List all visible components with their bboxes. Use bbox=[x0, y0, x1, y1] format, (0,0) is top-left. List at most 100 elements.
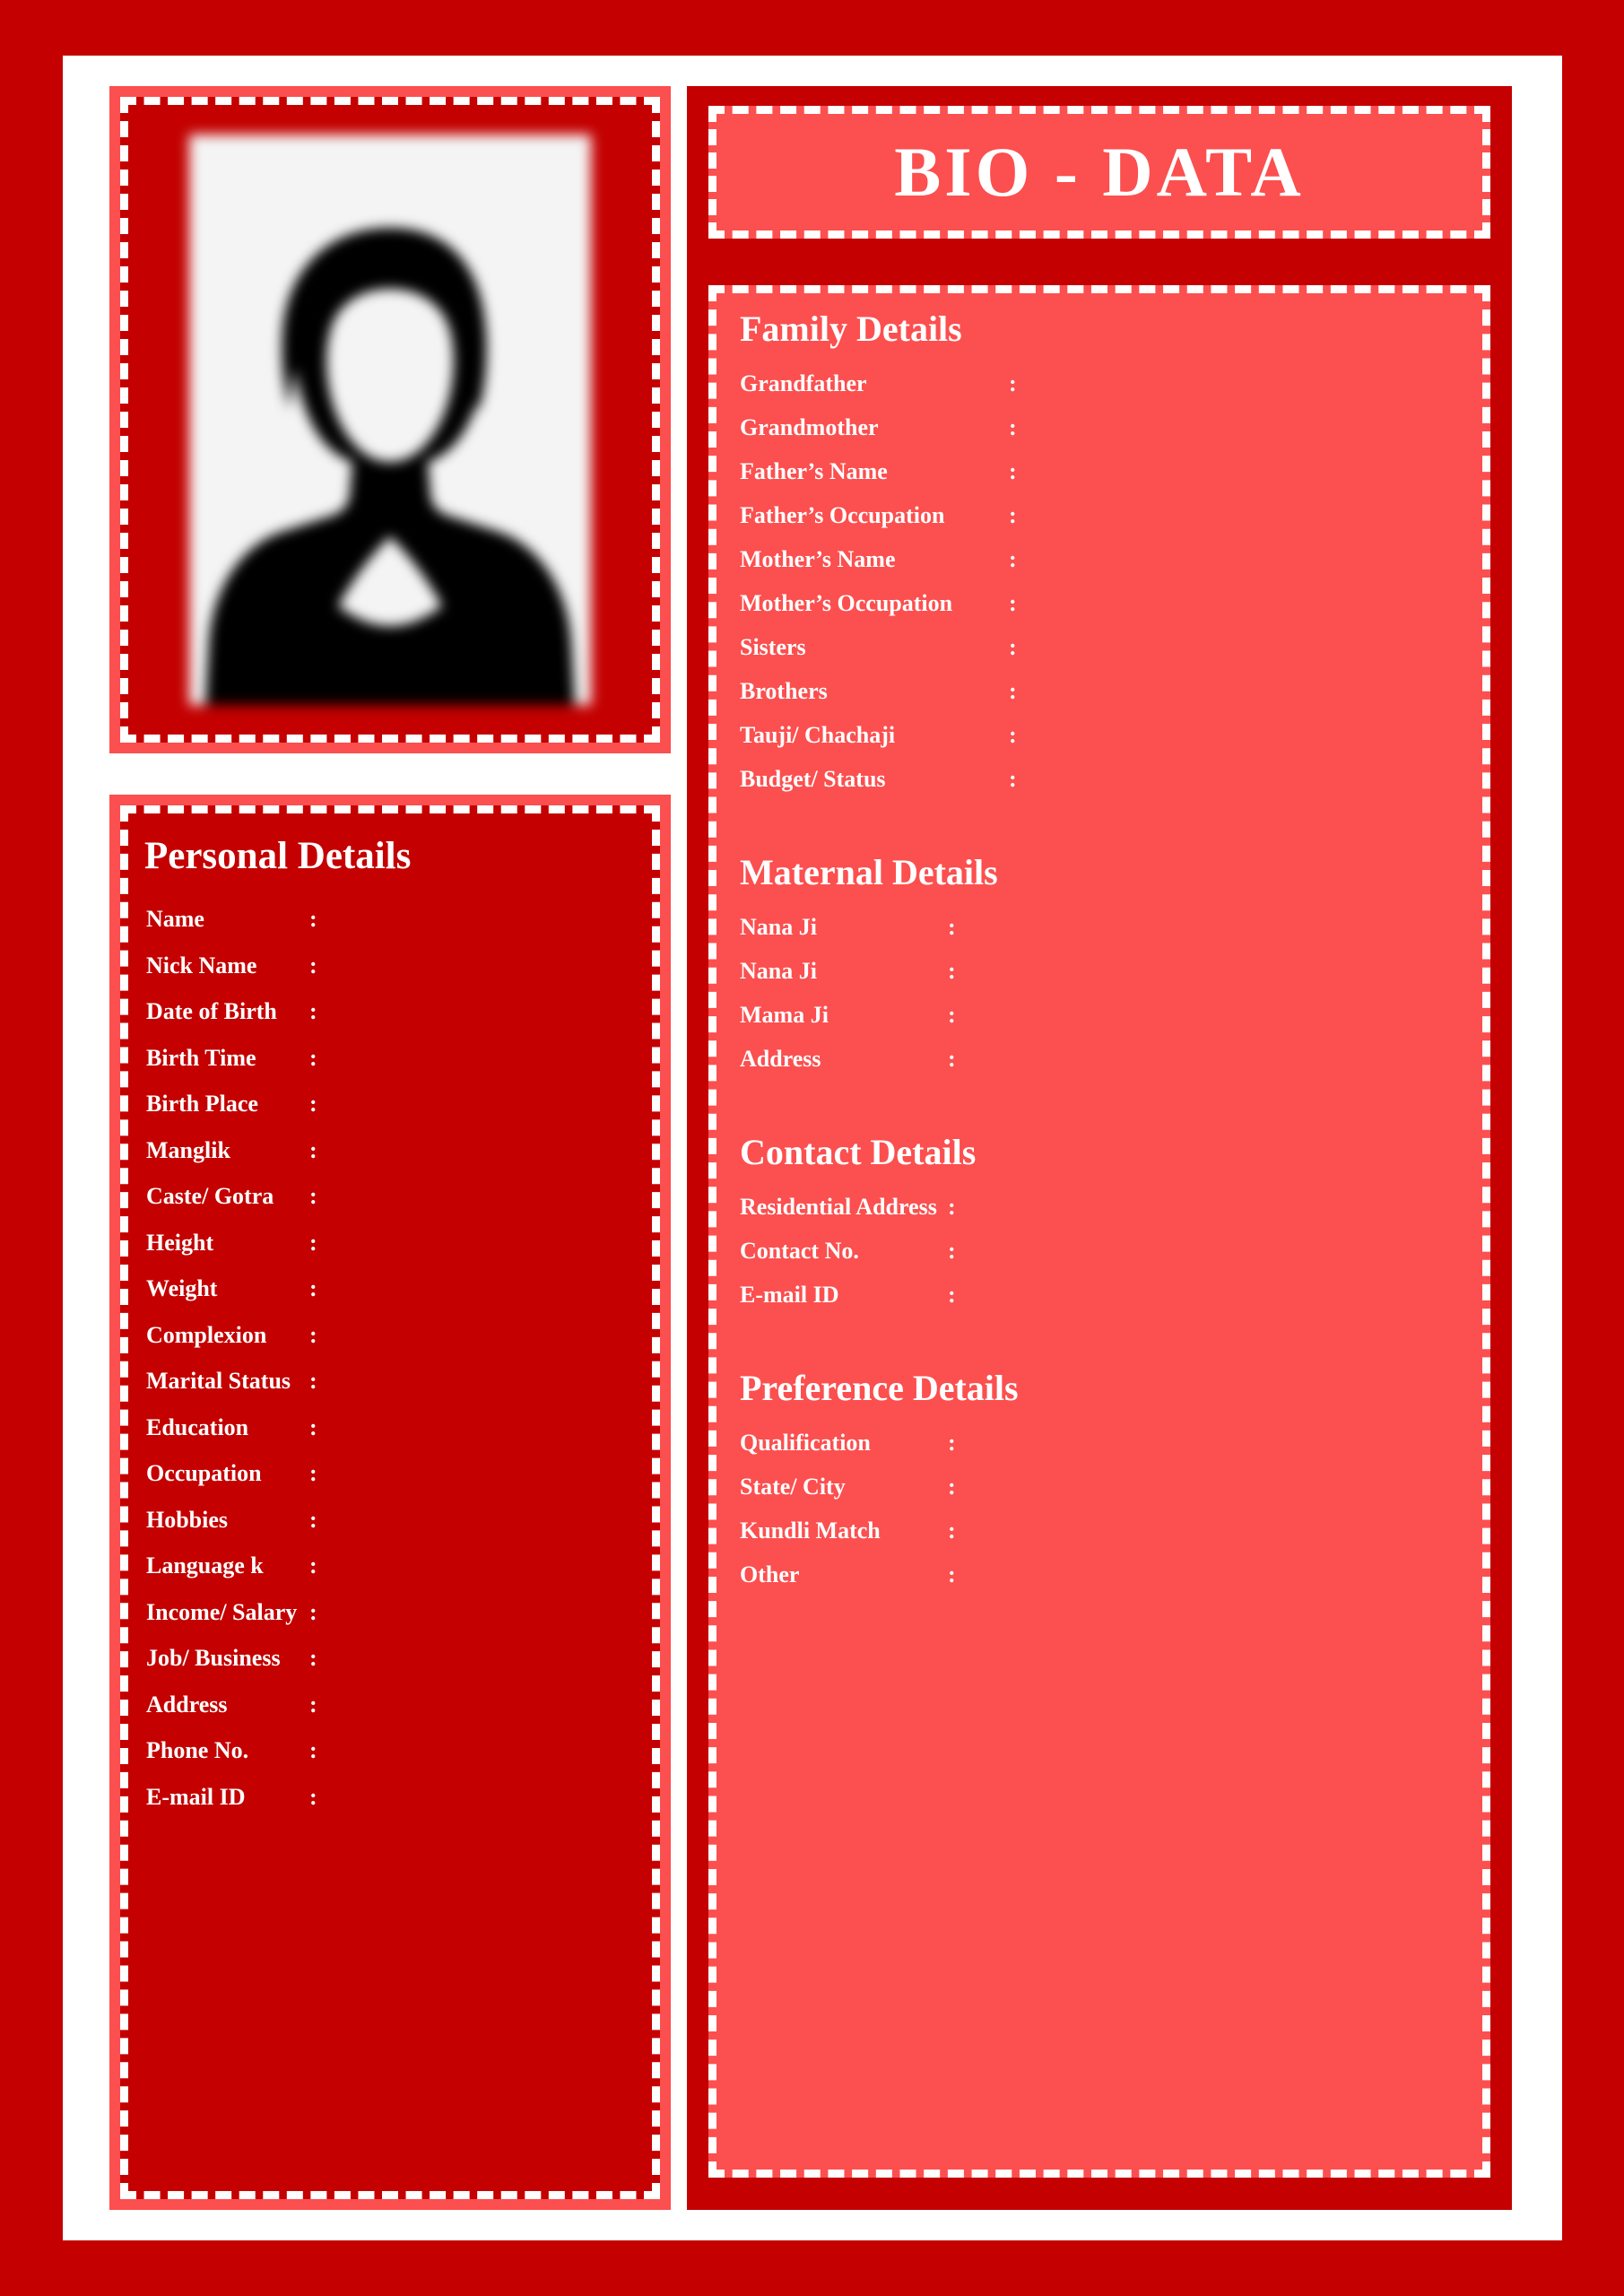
field-row: Mother’s Name: bbox=[740, 548, 1459, 571]
personal-details-dashed-border: Personal Details Name: Nick Name: Date of … bbox=[120, 805, 660, 2199]
field-colon: : bbox=[948, 1002, 956, 1028]
field-label: Caste/ Gotra bbox=[146, 1183, 274, 1210]
field-colon: : bbox=[309, 952, 317, 978]
field-row: Contact No.: bbox=[740, 1239, 1459, 1263]
field-colon: : bbox=[309, 1737, 317, 1764]
field-colon: : bbox=[309, 1136, 317, 1163]
field-colon: : bbox=[309, 1275, 317, 1302]
field-colon: : bbox=[948, 1194, 956, 1220]
field-row: Job/ Business: bbox=[141, 1647, 639, 1670]
field-row: Grandfather: bbox=[740, 372, 1459, 396]
field-colon: : bbox=[309, 1044, 317, 1071]
field-row: Occupation: bbox=[141, 1462, 639, 1485]
photo-dashed-border bbox=[120, 97, 660, 743]
personal-details-heading: Personal Details bbox=[144, 835, 412, 877]
field-row: Height: bbox=[141, 1231, 639, 1255]
field-colon: : bbox=[309, 1552, 317, 1579]
field-label: E-mail ID bbox=[740, 1282, 839, 1308]
field-label: Nana Ji bbox=[740, 914, 817, 940]
page-title: BIO - DATA bbox=[894, 133, 1305, 211]
field-colon: : bbox=[1009, 766, 1017, 792]
field-label: Height bbox=[146, 1229, 214, 1256]
field-row: Language k: bbox=[141, 1554, 639, 1578]
field-row: Birth Place: bbox=[141, 1092, 639, 1116]
right-column: BIO - DATA Family Details Grandfather: Gr… bbox=[687, 86, 1512, 2210]
field-colon: : bbox=[309, 1460, 317, 1487]
field-label: Job/ Business bbox=[146, 1645, 281, 1672]
field-label: Occupation bbox=[146, 1460, 262, 1487]
field-label: Date of Birth bbox=[146, 998, 277, 1025]
field-label: Nana Ji bbox=[740, 958, 817, 984]
field-row: E-mail ID: bbox=[740, 1283, 1459, 1307]
bio-data-title-box: BIO - DATA bbox=[708, 106, 1490, 239]
field-row: Other: bbox=[740, 1563, 1459, 1587]
field-colon: : bbox=[1009, 722, 1017, 748]
field-colon: : bbox=[1009, 678, 1017, 704]
field-colon: : bbox=[1009, 590, 1017, 616]
field-colon: : bbox=[948, 1046, 956, 1072]
field-label: Manglik bbox=[146, 1136, 230, 1163]
personal-details-rows: Name: Nick Name: Date of Birth: Birth Time:… bbox=[141, 908, 639, 1809]
field-label: Name bbox=[146, 906, 204, 933]
field-row: Nana Ji: bbox=[740, 916, 1459, 939]
field-label: Qualification bbox=[740, 1430, 871, 1456]
field-colon: : bbox=[309, 1645, 317, 1672]
field-colon: : bbox=[948, 914, 956, 940]
maternal-details-heading: Maternal Details bbox=[740, 852, 998, 892]
field-label: State/ City bbox=[740, 1474, 846, 1500]
field-colon: : bbox=[309, 1506, 317, 1533]
field-label: Birth Place bbox=[146, 1091, 258, 1118]
field-row: Nana Ji: bbox=[740, 960, 1459, 983]
field-colon: : bbox=[1009, 546, 1017, 572]
field-row: Name: bbox=[141, 908, 639, 931]
field-row: Budget/ Status: bbox=[740, 768, 1459, 791]
photo-frame bbox=[109, 86, 671, 753]
family-details-heading: Family Details bbox=[740, 309, 962, 349]
field-colon: : bbox=[309, 1783, 317, 1810]
field-label: Budget/ Status bbox=[740, 766, 886, 792]
field-colon: : bbox=[948, 1430, 956, 1456]
field-label: Sisters bbox=[740, 634, 806, 660]
field-row: Income/ Salary: bbox=[141, 1598, 639, 1625]
field-label: Brothers bbox=[740, 678, 828, 704]
female-silhouette-icon bbox=[205, 228, 575, 705]
field-label: Address bbox=[740, 1046, 821, 1072]
field-colon: : bbox=[1009, 414, 1017, 440]
field-row: Kundli Match: bbox=[740, 1519, 1459, 1543]
field-colon: : bbox=[1009, 634, 1017, 660]
field-row: Manglik: bbox=[141, 1136, 639, 1163]
field-label: Kundli Match bbox=[740, 1518, 881, 1544]
field-colon: : bbox=[309, 1598, 317, 1625]
field-row: Nick Name: bbox=[141, 952, 639, 978]
field-row: Phone No.: bbox=[141, 1739, 639, 1762]
field-colon: : bbox=[948, 958, 956, 984]
field-row: Date of Birth: bbox=[141, 1000, 639, 1023]
field-row: Qualification: bbox=[740, 1431, 1459, 1455]
field-label: Marital Status bbox=[146, 1368, 291, 1395]
field-row: Mama Ji: bbox=[740, 1004, 1459, 1027]
field-colon: : bbox=[948, 1561, 956, 1587]
field-label: Contact No. bbox=[740, 1238, 859, 1264]
field-row: Complexion: bbox=[141, 1323, 639, 1347]
photo-slot[interactable] bbox=[143, 119, 638, 720]
field-row: Birth Time: bbox=[141, 1044, 639, 1071]
field-label: Father’s Occupation bbox=[740, 502, 945, 528]
field-row: Father’s Occupation: bbox=[740, 504, 1459, 527]
field-colon: : bbox=[309, 1413, 317, 1440]
field-row: Sisters: bbox=[740, 636, 1459, 659]
field-colon: : bbox=[309, 1091, 317, 1118]
personal-details-frame: Personal Details Name: Nick Name: Date of … bbox=[109, 795, 671, 2210]
field-label: Mother’s Name bbox=[740, 546, 896, 572]
field-colon: : bbox=[309, 998, 317, 1025]
field-colon: : bbox=[309, 1229, 317, 1256]
field-label: E-mail ID bbox=[146, 1783, 246, 1810]
contact-details-rows: Residential Address: Contact No.: E-mail I… bbox=[740, 1196, 1459, 1307]
field-row: Residential Address: bbox=[740, 1196, 1459, 1219]
field-label: Residential Address bbox=[740, 1194, 937, 1220]
field-label: Other bbox=[740, 1561, 800, 1587]
preference-details-heading: Preference Details bbox=[740, 1368, 1019, 1408]
field-row: Father’s Name: bbox=[740, 460, 1459, 483]
field-label: Address bbox=[146, 1691, 228, 1718]
field-label: Hobbies bbox=[146, 1506, 229, 1533]
